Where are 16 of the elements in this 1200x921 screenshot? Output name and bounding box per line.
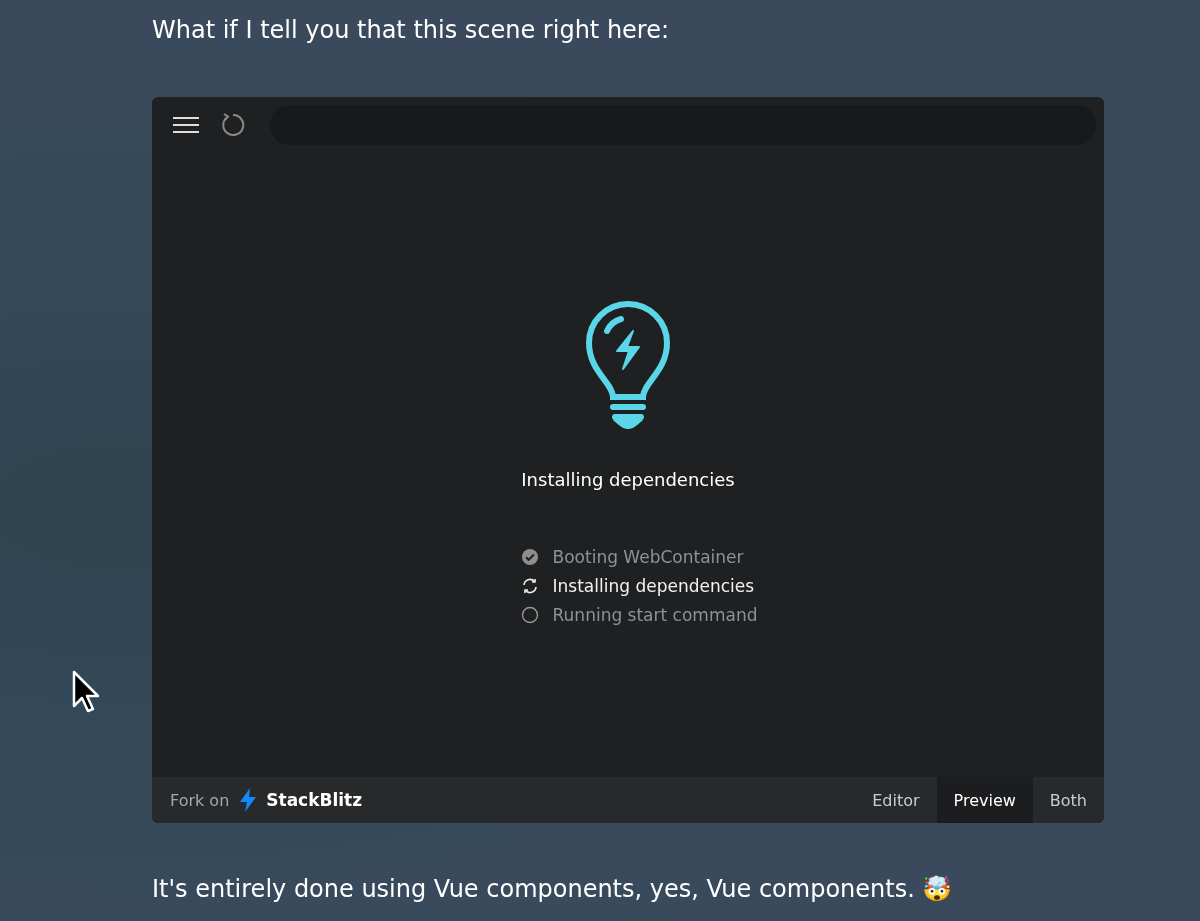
step-label: Booting WebContainer: [552, 546, 744, 567]
reload-icon[interactable]: [220, 112, 246, 138]
brand-name[interactable]: StackBlitz: [266, 790, 363, 810]
step-label: Running start command: [552, 604, 758, 625]
cursor-icon: [72, 670, 100, 714]
fork-label[interactable]: Fork on: [170, 790, 230, 810]
step-label: Installing dependencies: [552, 575, 755, 596]
view-tab[interactable]: Editor: [855, 777, 937, 823]
lightbulb-icon: [585, 301, 671, 429]
loading-title: Installing dependencies: [521, 469, 735, 490]
outro-text: It's entirely done using Vue components, yes, Vue components. 🤯: [152, 875, 954, 903]
intro-text: What if I tell you that this scene right here:: [152, 16, 671, 44]
menu-icon[interactable]: [172, 116, 200, 134]
lightning-icon[interactable]: [239, 788, 258, 812]
view-tab[interactable]: Preview: [936, 777, 1033, 823]
view-tab[interactable]: Both: [1032, 777, 1104, 823]
